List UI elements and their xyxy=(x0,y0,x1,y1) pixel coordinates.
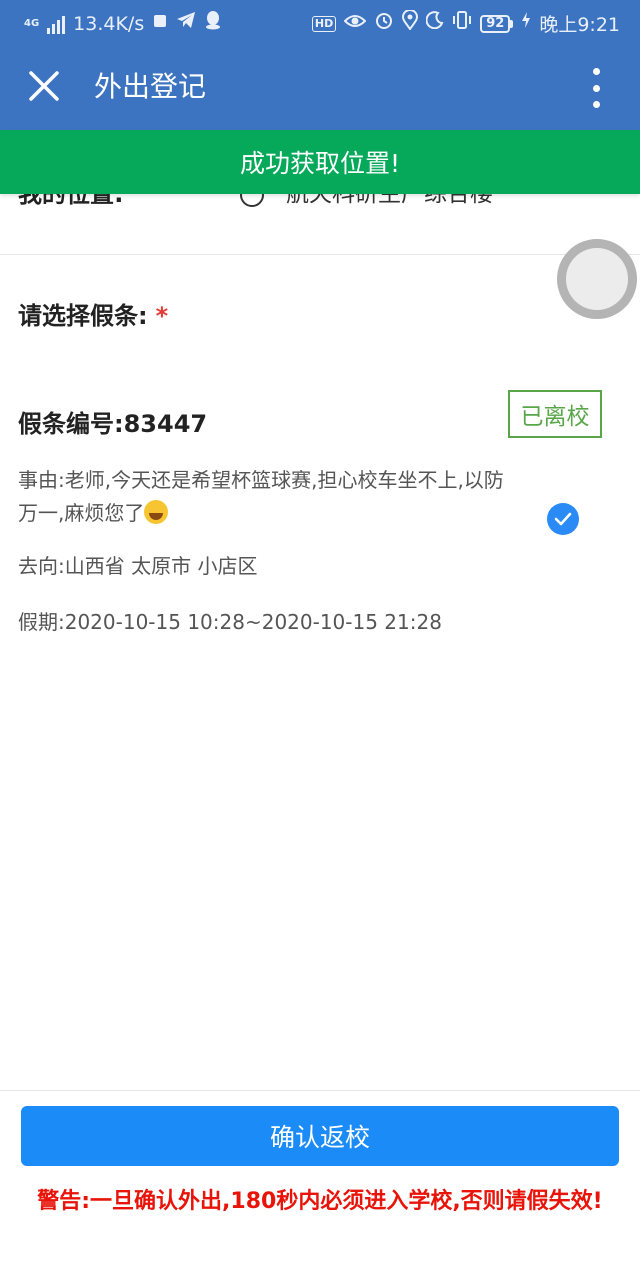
select-slip-text: 请选择假条: xyxy=(18,302,148,330)
more-dot-icon xyxy=(592,84,600,92)
slip-period: 假期:2020-10-15 10:28~2020-10-15 21:28 xyxy=(18,610,442,634)
select-slip-label: 请选择假条: * xyxy=(18,296,168,331)
slip-reason-text: 事由:老师,今天还是希望杯篮球赛,担心校车坐不上,以防万一,麻烦您了 xyxy=(18,468,504,525)
slip-reason: 事由:老师,今天还是希望杯篮球赛,担心校车坐不上,以防万一,麻烦您了 xyxy=(18,464,518,530)
slip-number: 83447 xyxy=(123,410,208,438)
slip-destination: 去向:山西省 太原市 小店区 xyxy=(18,554,258,578)
vibrate-icon xyxy=(452,10,472,37)
clock: 晚上9:21 xyxy=(539,14,620,36)
success-toast: 成功获取位置! xyxy=(0,130,640,194)
leave-slip-card[interactable]: 假条编号:83447 已离校 事由:老师,今天还是希望杯篮球赛,担心校车坐不上,… xyxy=(0,390,640,650)
close-icon xyxy=(29,71,59,101)
more-dot-icon xyxy=(592,101,600,108)
slip-number-row: 假条编号:83447 xyxy=(18,404,207,439)
footer-divider xyxy=(0,1090,640,1091)
selected-checkbox[interactable] xyxy=(547,503,579,535)
telegram-icon xyxy=(176,11,196,36)
battery-icon: 92 xyxy=(480,14,514,33)
more-options-button[interactable] xyxy=(576,66,616,110)
page-title: 外出登记 xyxy=(94,70,207,103)
app-bar: 外出登记 xyxy=(0,44,640,130)
slip-number-label: 假条编号: xyxy=(18,410,124,438)
network-type-label: 4G xyxy=(24,17,40,29)
close-button[interactable] xyxy=(22,64,66,108)
status-badge: 已离校 xyxy=(508,390,602,438)
stop-icon xyxy=(152,12,168,36)
screen: 4G 13.4K/s HD 92 晚上9:21 外出登记 我的位置: 航天科研生… xyxy=(0,0,640,1280)
status-bar-left: 4G 13.4K/s xyxy=(24,10,222,37)
signal-icon xyxy=(47,14,66,34)
qq-icon xyxy=(204,10,222,37)
floating-ball-inner xyxy=(566,248,628,310)
alarm-icon xyxy=(374,10,394,37)
warning-text: 警告:一旦确认外出,180秒内必须进入学校,否则请假失效! xyxy=(37,1189,603,1214)
check-icon xyxy=(554,512,572,526)
required-mark: * xyxy=(155,302,169,330)
floating-assistive-button[interactable] xyxy=(557,239,637,319)
status-bar-right: HD 92 晚上9:21 xyxy=(311,9,620,37)
confirm-return-button[interactable]: 确认返校 xyxy=(21,1106,619,1166)
moon-icon xyxy=(425,11,444,36)
more-dot-icon xyxy=(592,68,600,75)
charging-icon xyxy=(521,11,531,36)
battery-level: 92 xyxy=(480,14,511,33)
hd-badge: HD xyxy=(311,15,337,32)
toast-text: 成功获取位置! xyxy=(239,149,401,178)
eye-icon xyxy=(343,12,367,36)
location-icon xyxy=(402,9,419,37)
network-speed: 13.4K/s xyxy=(73,12,145,35)
status-bar: 4G 13.4K/s HD 92 晚上9:21 xyxy=(0,0,640,44)
laughing-emoji-icon xyxy=(144,500,169,524)
